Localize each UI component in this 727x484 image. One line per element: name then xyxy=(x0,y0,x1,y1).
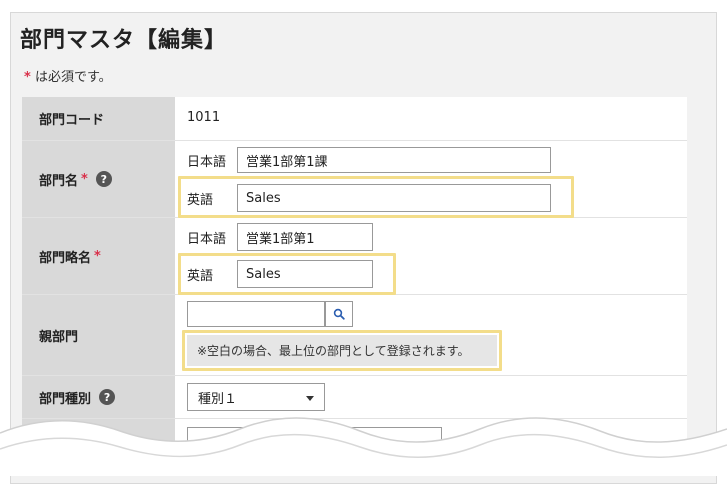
dept-code-label: 部門コード xyxy=(22,97,175,140)
dept-form: 部門コード 1011 部門名 * ? 日本語 英語 部門略名 * xyxy=(22,97,687,460)
dept-short-name-required-star: * xyxy=(94,248,101,264)
dept-short-name-ja-label: 日本語 xyxy=(187,231,227,247)
search-icon xyxy=(333,308,345,320)
row-dept-name: 部門名 * ? 日本語 英語 xyxy=(22,141,687,218)
dept-name-label: 部門名 * ? xyxy=(22,141,175,217)
row-dept-type: 部門種別 ? 種別１ xyxy=(22,376,687,419)
dept-short-name-label-text: 部門略名 xyxy=(39,250,92,266)
dept-name-en-input[interactable] xyxy=(237,184,551,212)
dept-short-name-ja-line: 日本語 xyxy=(175,223,373,251)
page-title: 部門マスタ【編集】 xyxy=(20,28,228,53)
dept-name-value-cell: 日本語 英語 xyxy=(175,141,687,218)
dept-type-select[interactable]: 種別１ xyxy=(187,383,325,411)
dept-type-value-cell: 種別１ xyxy=(175,376,687,418)
help-icon[interactable]: ? xyxy=(95,171,112,187)
row-dept-short-name: 部門略名 * 日本語 英語 xyxy=(22,218,687,295)
dept-name-ja-line: 日本語 xyxy=(175,147,551,173)
dept-name-required-star: * xyxy=(81,171,88,187)
row-parent-dept: 親部門 ※空白の場合、最上位の部門として登録されます。 xyxy=(22,295,687,376)
dept-short-name-en-input[interactable] xyxy=(237,260,373,288)
dept-type-selected: 種別１ xyxy=(198,391,238,407)
dept-short-name-en-label: 英語 xyxy=(187,268,214,284)
dept-code-value-cell: 1011 xyxy=(175,97,687,140)
parent-dept-label-text: 親部門 xyxy=(39,329,79,345)
parent-dept-input[interactable] xyxy=(187,301,325,327)
row-dept-code: 部門コード 1011 xyxy=(22,97,687,141)
dept-short-name-label: 部門略名 * xyxy=(22,218,175,294)
dept-name-label-text: 部門名 xyxy=(39,173,79,189)
dept-code-label-text: 部門コード xyxy=(39,113,105,128)
dept-short-name-ja-input[interactable] xyxy=(237,223,373,251)
dept-name-en-label: 英語 xyxy=(187,192,214,208)
dept-name-ja-label: 日本語 xyxy=(187,154,227,170)
dept-short-name-en-line: 英語 xyxy=(175,260,373,288)
dept-type-label: 部門種別 ? xyxy=(22,376,175,418)
required-star: * xyxy=(24,70,31,85)
parent-dept-value-cell: ※空白の場合、最上位の部門として登録されます。 xyxy=(175,295,687,375)
torn-edge xyxy=(0,417,727,476)
parent-dept-note: ※空白の場合、最上位の部門として登録されます。 xyxy=(187,335,497,366)
help-icon[interactable]: ? xyxy=(99,389,116,405)
chevron-down-icon xyxy=(306,396,314,401)
dept-name-ja-input[interactable] xyxy=(237,147,551,173)
dept-name-en-line: 英語 xyxy=(175,184,551,212)
parent-dept-label: 親部門 xyxy=(22,295,175,375)
dept-short-name-value-cell: 日本語 英語 xyxy=(175,218,687,295)
parent-dept-search-button[interactable] xyxy=(325,301,353,327)
dept-type-label-text: 部門種別 xyxy=(39,391,92,407)
dept-code-value: 1011 xyxy=(187,110,221,125)
required-note-text: は必須です。 xyxy=(34,70,112,85)
required-note: * は必須です。 xyxy=(24,66,112,85)
